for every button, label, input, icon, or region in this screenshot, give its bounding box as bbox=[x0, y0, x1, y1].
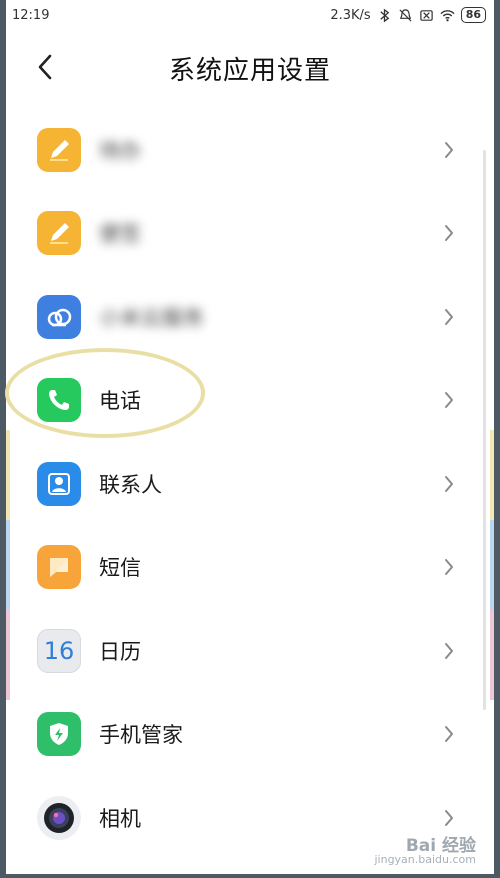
watermark-brand: Bai 经验 bbox=[405, 836, 476, 856]
chevron-right-icon bbox=[442, 641, 456, 661]
chevron-right-icon bbox=[442, 390, 456, 410]
chevron-right-icon bbox=[442, 307, 456, 327]
notes-icon bbox=[37, 211, 81, 256]
mute-bell-icon bbox=[399, 8, 412, 22]
chevron-right-icon bbox=[442, 474, 456, 494]
calendar-icon-date: 16 bbox=[43, 636, 75, 665]
chevron-right-icon bbox=[442, 808, 456, 828]
no-sim-icon bbox=[419, 9, 433, 21]
battery-indicator: 86 bbox=[460, 7, 486, 23]
message-icon bbox=[37, 545, 81, 590]
list-item-phone[interactable]: 电话 bbox=[6, 359, 494, 443]
calendar-icon: 16 bbox=[37, 628, 81, 673]
wifi-icon bbox=[440, 9, 455, 21]
list-item-contacts[interactable]: 联系人 bbox=[6, 442, 494, 526]
chevron-right-icon bbox=[442, 557, 456, 577]
list-item-label: 便签 bbox=[99, 222, 141, 247]
list-item-label: 相机 bbox=[99, 806, 141, 831]
list-item-label: 日历 bbox=[99, 639, 141, 664]
list-item-notes[interactable]: 便签 bbox=[6, 192, 494, 276]
list-item-label: 待办 bbox=[99, 138, 141, 163]
status-bar: 12:19 2.3K/s 86 bbox=[6, 0, 494, 30]
security-icon bbox=[37, 712, 81, 757]
list-item-todo[interactable]: 待办 bbox=[6, 108, 494, 192]
watermark: Bai 经验 jingyan.baidu.com bbox=[374, 836, 476, 867]
header: 系统应用设置 bbox=[6, 30, 494, 106]
list-item-security[interactable]: 手机管家 bbox=[6, 693, 494, 777]
chevron-right-icon bbox=[442, 140, 456, 160]
window-frame-bottom bbox=[0, 874, 500, 878]
list-item-label: 联系人 bbox=[99, 472, 162, 497]
bluetooth-icon bbox=[380, 8, 389, 22]
list-item-cloud[interactable]: 小米云服务 bbox=[6, 275, 494, 359]
list-item-messages[interactable]: 短信 bbox=[6, 526, 494, 610]
cloud-icon bbox=[37, 294, 81, 339]
list-item-label: 手机管家 bbox=[99, 723, 183, 748]
phone-icon bbox=[37, 378, 81, 423]
app-settings-list: 待办 便签 小米云服务 电话 联系人 短信 16 日历 手机管家 相机 bbox=[6, 108, 494, 860]
watermark-url: jingyan.baidu.com bbox=[374, 853, 476, 866]
chevron-right-icon bbox=[442, 724, 456, 744]
network-speed: 2.3K/s bbox=[330, 7, 371, 23]
list-item-label: 短信 bbox=[99, 556, 141, 581]
status-icons: 2.3K/s 86 bbox=[330, 7, 494, 23]
list-item-label: 电话 bbox=[99, 389, 141, 414]
status-time: 12:19 bbox=[12, 7, 50, 23]
contacts-icon bbox=[37, 461, 81, 506]
list-item-label: 小米云服务 bbox=[99, 305, 204, 330]
notes-icon bbox=[37, 127, 81, 172]
camera-icon bbox=[37, 795, 81, 840]
window-frame-right bbox=[494, 0, 500, 878]
chevron-right-icon bbox=[442, 223, 456, 243]
page-title: 系统应用设置 bbox=[168, 56, 331, 86]
list-item-calendar[interactable]: 16 日历 bbox=[6, 609, 494, 693]
